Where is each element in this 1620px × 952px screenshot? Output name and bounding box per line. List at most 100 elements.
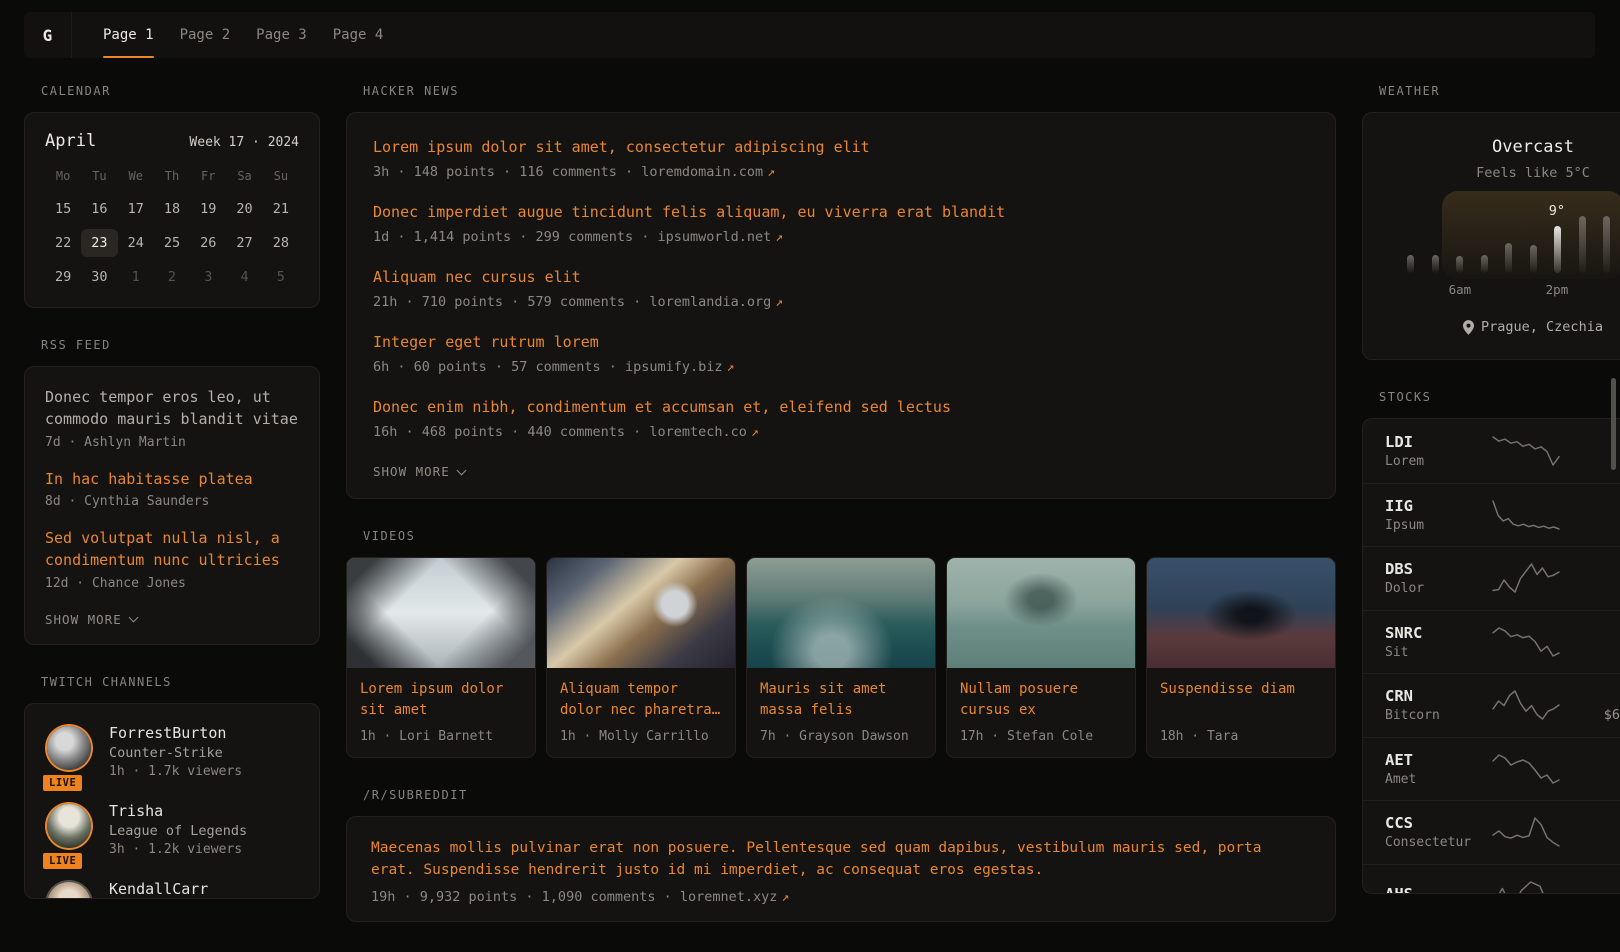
weekday-label: Mo	[45, 165, 81, 189]
rss-item-title[interactable]: Donec tempor eros leo, ut commodo mauris…	[45, 387, 299, 431]
hn-item-title[interactable]: Integer eget rutrum lorem	[373, 332, 1309, 353]
hn-item-meta-text: 16h · 468 points · 440 comments · loremt…	[373, 424, 747, 440]
stock-id: AHS	[1385, 885, 1485, 894]
video-thumbnail	[747, 558, 935, 668]
stock-values: +1.36% $148.64	[1567, 624, 1620, 659]
hn-show-more-button[interactable]: SHOW MORE	[373, 464, 465, 479]
rss-show-more-button[interactable]: SHOW MORE	[45, 612, 137, 627]
subreddit-post: Maecenas mollis pulvinar erat non posuer…	[371, 837, 1311, 905]
hn-item-title[interactable]: Lorem ipsum dolor sit amet, consectetur …	[373, 137, 1309, 158]
stock-name: Dolor	[1385, 581, 1485, 596]
hn-item: Donec enim nibh, condimentum et accumsan…	[373, 397, 1309, 440]
twitch-section-label: TWITCH CHANNELS	[41, 675, 320, 689]
calendar-day[interactable]: 27	[226, 229, 262, 257]
twitch-avatar-wrap: LIVE	[45, 724, 93, 786]
calendar-day[interactable]: 15	[45, 195, 81, 223]
calendar-day[interactable]: 28	[263, 229, 299, 257]
calendar-day[interactable]: 16	[81, 195, 117, 223]
tab-page-3[interactable]: Page 3	[243, 12, 320, 58]
twitch-channel-info: Trisha League of Legends 3h · 1.2k viewe…	[109, 802, 247, 864]
hn-item-title[interactable]: Aliquam nec cursus elit	[373, 267, 1309, 288]
subreddit-post-title[interactable]: Maecenas mollis pulvinar erat non posuer…	[371, 837, 1311, 882]
stock-row[interactable]: IIG Ipsum +2.84% $42.04	[1363, 483, 1620, 547]
stock-ticker: CRN	[1385, 687, 1485, 705]
rss-item-title[interactable]: In hac habitasse platea	[45, 469, 299, 491]
hn-item-meta-text: 6h · 60 points · 57 comments · ipsumify.…	[373, 359, 723, 375]
calendar-day[interactable]: 30	[81, 263, 117, 291]
calendar-day[interactable]: 21	[263, 195, 299, 223]
stock-change: +1.42%	[1567, 561, 1620, 577]
calendar-day[interactable]: 20	[226, 195, 262, 223]
weather-bar	[1579, 216, 1586, 273]
video-card[interactable]: Lorem ipsum dolor sit amet consectetu… 1…	[346, 557, 536, 758]
stock-row[interactable]: AHS +0.46%	[1363, 864, 1620, 895]
stock-row[interactable]: LDI Lorem +4.35% $795.18	[1363, 419, 1620, 483]
hacker-news-section: HACKER NEWS Lorem ipsum dolor sit amet, …	[346, 84, 1336, 499]
calendar-day[interactable]: 17	[118, 195, 154, 223]
stock-ticker: SNRC	[1385, 624, 1485, 642]
video-card[interactable]: Suspendisse diam 18h · Tara	[1146, 557, 1336, 758]
scrollbar-thumb[interactable]	[1611, 378, 1616, 470]
stock-values: +0.51% $165.84	[1567, 815, 1620, 850]
twitch-channel-row[interactable]: LIVE Trisha League of Legends 3h · 1.2k …	[45, 802, 299, 864]
video-card[interactable]: Nullam posuere cursus ex 17h · Stefan Co…	[946, 557, 1136, 758]
app-logo[interactable]: G	[24, 12, 72, 58]
twitch-channel-row[interactable]: KendallCarr	[45, 880, 299, 899]
stock-sparkline	[1490, 498, 1562, 532]
calendar-day-next-month[interactable]: 5	[263, 263, 299, 291]
calendar-day-next-month[interactable]: 4	[226, 263, 262, 291]
hn-item: Donec imperdiet augue tincidunt felis al…	[373, 202, 1309, 245]
weekday-label: Th	[154, 165, 190, 189]
stock-name: Amet	[1385, 772, 1485, 787]
hn-item-title[interactable]: Donec enim nibh, condimentum et accumsan…	[373, 397, 1309, 418]
weekday-label: Fr	[190, 165, 226, 189]
rss-item-title[interactable]: Sed volutpat nulla nisl, a condimentum n…	[45, 528, 299, 572]
calendar-day[interactable]: 25	[154, 229, 190, 257]
calendar-day-selected[interactable]: 23	[81, 229, 117, 257]
calendar-day-next-month[interactable]: 3	[190, 263, 226, 291]
tab-page-1[interactable]: Page 1	[90, 12, 167, 58]
avatar	[47, 726, 91, 770]
calendar-week-year: Week 17 · 2024	[189, 135, 299, 150]
calendar-day[interactable]: 29	[45, 263, 81, 291]
subreddit-post-meta-text: 19h · 9,932 points · 1,090 comments · lo…	[371, 889, 777, 905]
calendar-day[interactable]: 19	[190, 195, 226, 223]
calendar-day-next-month[interactable]: 2	[154, 263, 190, 291]
weather-bar	[1456, 256, 1463, 273]
stock-values: -1.00% $66,171.48	[1567, 688, 1620, 723]
hn-item: Lorem ipsum dolor sit amet, consectetur …	[373, 137, 1309, 180]
tab-page-4[interactable]: Page 4	[320, 12, 397, 58]
stock-price: $66,171.48	[1567, 707, 1620, 723]
twitch-channel-name: Trisha	[109, 802, 247, 820]
stock-row[interactable]: DBS Dolor +1.42% $156.28	[1363, 546, 1620, 610]
avatar	[47, 882, 91, 899]
twitch-channel-game: League of Legends	[109, 823, 247, 839]
weather-bars	[1407, 213, 1620, 273]
weekday-label: Tu	[81, 165, 117, 189]
video-meta: 1h · Molly Carrillo	[560, 729, 722, 744]
stock-sparkline	[1490, 561, 1562, 595]
calendar-day[interactable]: 22	[45, 229, 81, 257]
hn-item-title[interactable]: Donec imperdiet augue tincidunt felis al…	[373, 202, 1309, 223]
stock-row[interactable]: SNRC Sit +1.36% $148.64	[1363, 610, 1620, 674]
calendar-day-next-month[interactable]: 1	[118, 263, 154, 291]
stock-name: Lorem	[1385, 454, 1485, 469]
stock-change: +0.51%	[1567, 815, 1620, 831]
weekday-label: Su	[263, 165, 299, 189]
stock-row[interactable]: AET Amet +0.92% $499.72	[1363, 737, 1620, 801]
video-card[interactable]: Aliquam tempor dolor nec pharetra… 1h · …	[546, 557, 736, 758]
stock-row[interactable]: CCS Consectetur +0.51% $165.84	[1363, 800, 1620, 864]
calendar-day[interactable]: 18	[154, 195, 190, 223]
tab-page-2[interactable]: Page 2	[167, 12, 244, 58]
twitch-avatar-wrap	[45, 880, 93, 899]
calendar-day[interactable]: 26	[190, 229, 226, 257]
subreddit-section: /R/SUBREDDIT Maecenas mollis pulvinar er…	[346, 788, 1336, 922]
hn-item-meta: 21h · 710 points · 579 comments · loreml…	[373, 294, 1309, 310]
stock-row[interactable]: CRN Bitcorn -1.00% $66,171.48	[1363, 673, 1620, 737]
stock-id: DBS Dolor	[1385, 560, 1485, 596]
video-card[interactable]: Mauris sit amet massa felis 7h · Grayson…	[746, 557, 936, 758]
stock-ticker: DBS	[1385, 560, 1485, 578]
twitch-channel-row[interactable]: LIVE ForrestBurton Counter-Strike 1h · 1…	[45, 724, 299, 786]
video-title: Suspendisse diam	[1160, 679, 1322, 721]
calendar-day[interactable]: 24	[118, 229, 154, 257]
